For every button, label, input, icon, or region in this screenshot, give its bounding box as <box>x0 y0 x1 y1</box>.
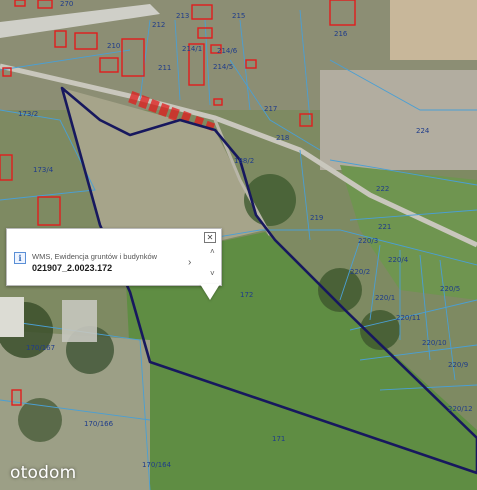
parcel-label: 210 <box>107 42 120 50</box>
parcel-label: 222 <box>376 185 389 193</box>
parcel-label: 214/1 <box>182 45 202 53</box>
parcel-label: 173/4 <box>33 166 54 174</box>
tree-cluster <box>18 398 62 442</box>
industrial-building <box>0 297 24 337</box>
parcel-label: 218 <box>276 134 289 142</box>
parcel-id: 021907_2.0023.172 <box>32 263 113 273</box>
feature-info-popup[interactable]: ✕ i WMS, Ewidencja gruntów i budynków 02… <box>6 228 222 286</box>
chevron-down-icon[interactable]: ˅ <box>210 269 215 278</box>
parcel-label: 220/2 <box>350 268 370 276</box>
parcel-label: 212 <box>152 21 165 29</box>
parcel-label: 217 <box>264 105 277 113</box>
parcel-label: 214/5 <box>213 63 233 71</box>
parcel-label: 171 <box>272 435 285 443</box>
parcel-label: 170/167 <box>26 344 55 352</box>
parcel-label: 220/4 <box>388 256 409 264</box>
parcel-label: 220/5 <box>440 285 460 293</box>
parcel-label: 173/2 <box>18 110 38 118</box>
parcel-label: 220/10 <box>422 339 447 347</box>
parcel-label: 270 <box>60 0 73 8</box>
parcel-label: 214/6 <box>217 47 238 55</box>
building-cluster <box>320 70 477 170</box>
parcel-label: 220/11 <box>396 314 421 322</box>
industrial-building <box>62 300 97 342</box>
parcel-label: 216 <box>334 30 348 38</box>
close-icon[interactable]: ✕ <box>204 232 216 243</box>
info-icon: i <box>14 252 26 264</box>
chevron-up-icon[interactable]: ˄ <box>210 247 215 256</box>
parcel-label: 215 <box>232 12 245 20</box>
parcel-label: 188/2 <box>234 157 254 165</box>
parcel-label: 211 <box>158 64 171 72</box>
parcel-label: 172 <box>240 291 253 299</box>
parcel-label: 170/166 <box>84 420 114 428</box>
layer-source-label: WMS, Ewidencja gruntów i budynków <box>32 252 158 261</box>
otodom-logo: otodom <box>10 463 77 483</box>
parcel-label: 213 <box>176 12 189 20</box>
parcel-label: 220/3 <box>358 237 378 245</box>
parcel-label: 221 <box>378 223 391 231</box>
parcel-label: 170/164 <box>142 461 172 469</box>
parcel-label: 224 <box>416 127 430 135</box>
bare-field <box>390 0 477 60</box>
parcel-label: 220/9 <box>448 361 468 369</box>
parcel-label: 220/1 <box>375 294 395 302</box>
popup-pointer <box>200 284 220 300</box>
parcel-label: 219 <box>310 214 323 222</box>
chevron-right-icon[interactable]: › <box>188 257 191 268</box>
map-view[interactable]: 270 216 212 213 215 210 211 214/1 214/6 214/5 173/… <box>0 0 477 490</box>
parcel-label: 220/12 <box>448 405 473 413</box>
